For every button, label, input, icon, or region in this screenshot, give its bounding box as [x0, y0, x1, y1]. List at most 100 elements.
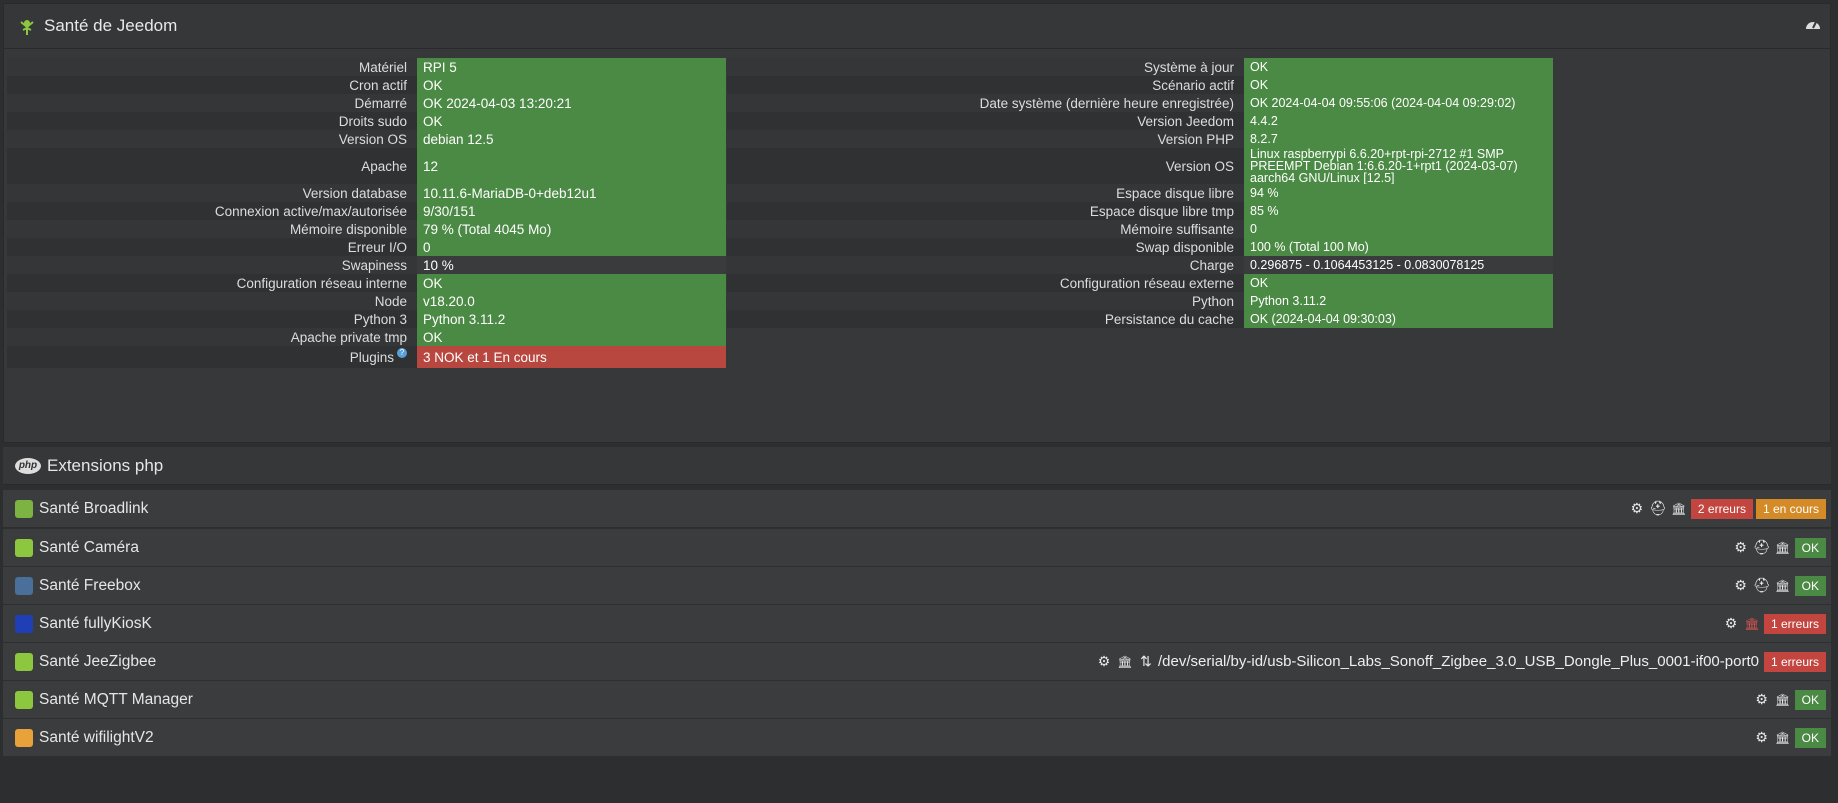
- health-row: Cron actif OK: [7, 76, 726, 94]
- plugin-row[interactable]: Santé Freebox ⚙ ⛑ 🏛 OK: [3, 566, 1831, 604]
- plugin-name: Santé Broadlink: [39, 499, 149, 517]
- health-label: Cron actif: [7, 76, 417, 94]
- health-label-text: Erreur I/O: [347, 239, 407, 255]
- extensions-title: Extensions php: [47, 455, 164, 475]
- health-label-text: Persistance du cache: [1104, 311, 1234, 327]
- cogs-icon[interactable]: ⚙: [1732, 577, 1750, 594]
- health-value-text: OK 2024-04-03 13:20:21: [423, 95, 572, 111]
- health-value-text: 0.296875 - 0.1064453125 - 0.0830078125: [1250, 258, 1485, 272]
- health-label: Version PHP: [727, 130, 1244, 148]
- medkit-icon[interactable]: ⛑: [1753, 539, 1771, 556]
- health-label: Date système (dernière heure enregistrée…: [727, 94, 1244, 112]
- health-label-text: Python 3: [353, 311, 407, 327]
- health-value-text: OK: [423, 77, 443, 93]
- health-value: OK 2024-04-03 13:20:21: [417, 94, 726, 112]
- health-label: Swapiness: [7, 256, 417, 274]
- health-label-text: Mémoire disponible: [289, 221, 407, 237]
- plugin-row[interactable]: Santé JeeZigbee ⚙ 🏛 ⇅/dev/serial/by-id/usb-…: [3, 642, 1831, 680]
- health-value: OK: [417, 328, 726, 346]
- health-label: Python 3: [7, 310, 417, 328]
- health-value-text: 3 NOK et 1 En cours: [423, 349, 547, 365]
- plugin-row[interactable]: Santé Broadlink ⚙ ⛑ 🏛 2 erreurs 1 en cours: [3, 489, 1831, 527]
- mqtt-icon: [15, 690, 33, 709]
- plugin-row[interactable]: Santé Caméra ⚙ ⛑ 🏛 OK: [3, 528, 1831, 566]
- status-badge: 1 erreurs: [1763, 651, 1826, 672]
- health-value: 0: [417, 238, 726, 256]
- health-value: 94 %: [1244, 184, 1553, 202]
- plugin-actions: ⚙ 🏛 1 erreurs: [1722, 605, 1826, 642]
- health-value-text: OK: [1250, 276, 1269, 290]
- health-label: Connexion active/max/autorisée: [7, 202, 417, 220]
- bank-icon[interactable]: 🏛: [1774, 693, 1792, 707]
- health-label-text: Apache: [361, 158, 407, 174]
- bank-icon[interactable]: 🏛: [1670, 502, 1688, 516]
- arrows-updown-icon[interactable]: ⇅: [1137, 653, 1155, 670]
- bank-icon[interactable]: 🏛: [1743, 617, 1761, 631]
- health-row: Version OS Linux raspberrypi 6.6.20+rpt-r…: [727, 148, 1553, 184]
- health-value-text: OK: [1250, 78, 1269, 92]
- speedometer-icon[interactable]: [1804, 16, 1822, 34]
- health-value: OK: [1244, 58, 1553, 76]
- medkit-icon[interactable]: ⛑: [1649, 500, 1667, 517]
- plugin-row[interactable]: Santé wifilightV2 ⚙ 🏛 OK: [3, 718, 1831, 756]
- bank-icon[interactable]: 🏛: [1774, 579, 1792, 593]
- health-label: Python: [727, 292, 1244, 310]
- plugin-actions: ⚙ ⛑ 🏛 2 erreurs 1 en cours: [1628, 490, 1826, 527]
- health-label: Matériel: [7, 58, 417, 76]
- health-label-text: Mémoire suffisante: [1120, 221, 1234, 237]
- health-label-text: Démarré: [354, 95, 407, 111]
- plugin-name: Santé fullyKiosK: [39, 614, 152, 632]
- health-value: v18.20.0: [417, 292, 726, 310]
- health-row: Node v18.20.0: [7, 292, 726, 310]
- bank-icon[interactable]: 🏛: [1774, 541, 1792, 555]
- health-label-text: Droits sudo: [338, 113, 407, 129]
- health-row: Version Jeedom 4.4.2: [727, 112, 1553, 130]
- plugin-name: Santé Freebox: [39, 576, 141, 594]
- health-value: 0.296875 - 0.1064453125 - 0.0830078125: [1244, 256, 1553, 274]
- health-row: Scénario actif OK: [727, 76, 1553, 94]
- health-value: OK: [417, 112, 726, 130]
- plugin-row[interactable]: Santé fullyKiosK ⚙ 🏛 1 erreurs: [3, 604, 1831, 642]
- plugin-row[interactable]: Santé MQTT Manager ⚙ 🏛 OK: [3, 680, 1831, 718]
- plugin-name: Santé Caméra: [39, 538, 139, 556]
- health-label: Version OS: [7, 130, 417, 148]
- status-badge: OK: [1794, 689, 1826, 710]
- bank-icon[interactable]: 🏛: [1774, 731, 1792, 745]
- health-label-text: Version Jeedom: [1137, 113, 1234, 129]
- health-row: Python Python 3.11.2: [727, 292, 1553, 310]
- health-value: 100 % (Total 100 Mo): [1244, 238, 1553, 256]
- bank-icon[interactable]: 🏛: [1116, 655, 1134, 669]
- cogs-icon[interactable]: ⚙: [1732, 539, 1750, 556]
- health-row: Apache 12: [7, 148, 726, 184]
- health-label-text: Espace disque libre tmp: [1089, 203, 1234, 219]
- cogs-icon[interactable]: ⚙: [1753, 691, 1771, 708]
- health-row: Matériel RPI 5: [7, 58, 726, 76]
- health-value-text: 94 %: [1250, 186, 1279, 200]
- health-label: Mémoire suffisante: [727, 220, 1244, 238]
- health-value-text: Python 3.11.2: [1250, 294, 1327, 308]
- cogs-icon[interactable]: ⚙: [1095, 653, 1113, 670]
- health-value: Python 3.11.2: [417, 310, 726, 328]
- cogs-icon[interactable]: ⚙: [1753, 729, 1771, 746]
- health-row: Charge 0.296875 - 0.1064453125 - 0.083007…: [727, 256, 1553, 274]
- health-label-text: Matériel: [358, 59, 407, 75]
- medkit-icon[interactable]: ⛑: [1753, 577, 1771, 594]
- health-row: Configuration réseau externe OK: [727, 274, 1553, 292]
- health-label: Apache: [7, 148, 417, 184]
- wifilight-icon: [15, 728, 33, 747]
- plugin-name: Santé MQTT Manager: [39, 690, 193, 708]
- health-row: Mémoire suffisante 0: [727, 220, 1553, 238]
- health-row: Espace disque libre 94 %: [727, 184, 1553, 202]
- health-row: Configuration réseau interne OK: [7, 274, 726, 292]
- cogs-icon[interactable]: ⚙: [1722, 615, 1740, 632]
- health-value-text: debian 12.5: [423, 131, 494, 147]
- status-badge: 2 erreurs: [1690, 498, 1753, 519]
- health-value-text: v18.20.0: [423, 293, 475, 309]
- cogs-icon[interactable]: ⚙: [1628, 500, 1646, 517]
- health-row: Version database 10.11.6-MariaDB-0+deb12u…: [7, 184, 726, 202]
- status-badge: OK: [1794, 537, 1826, 558]
- help-icon[interactable]: ?: [397, 348, 407, 358]
- health-value: 4.4.2: [1244, 112, 1553, 130]
- plugin-actions: ⚙ 🏛 OK: [1753, 719, 1826, 756]
- health-value: OK: [417, 76, 726, 94]
